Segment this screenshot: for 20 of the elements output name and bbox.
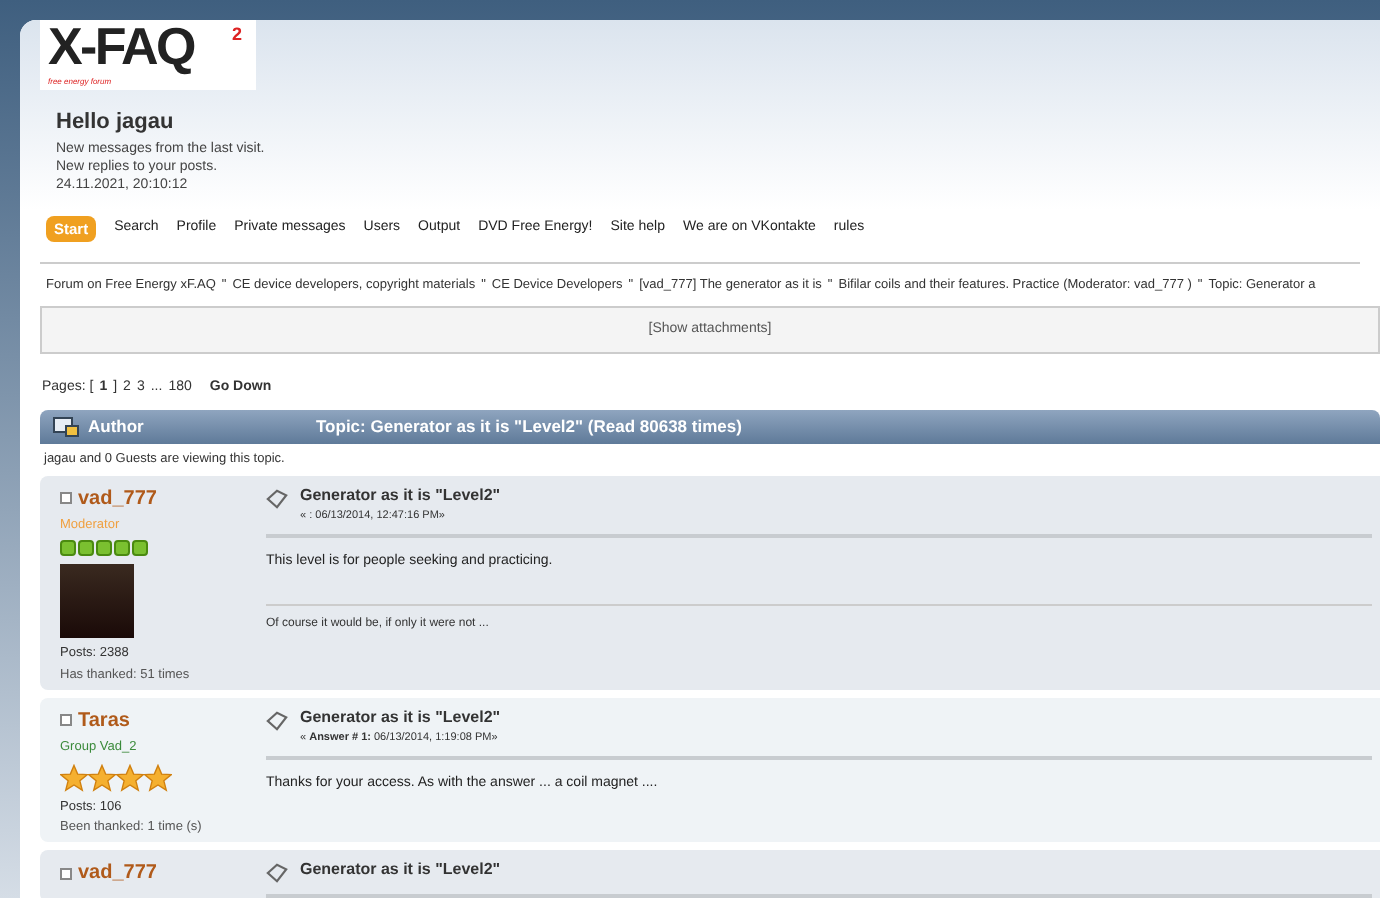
rank-star-icon — [88, 763, 116, 791]
post-title[interactable]: Generator as it is "Level2" — [300, 483, 501, 507]
rank-star-icon — [116, 763, 144, 791]
author-name[interactable]: Taras — [78, 705, 130, 736]
post-title[interactable]: Generator as it is "Level2" — [300, 858, 501, 882]
post-title[interactable]: Generator as it is "Level2" — [300, 705, 501, 730]
post-icon — [266, 862, 288, 884]
rank-star-icon — [60, 763, 88, 791]
post-icon — [266, 709, 288, 732]
author-name[interactable]: vad_777 — [78, 858, 157, 888]
status-checkbox-icon — [60, 867, 72, 879]
author-column-heading: Author — [88, 413, 146, 440]
rank-star-icon — [144, 763, 172, 791]
topic-icon — [52, 414, 80, 439]
topic-title: Topic: Generator as it is "Level2" (Read 80638 times) — [316, 413, 742, 440]
post-icon — [266, 487, 288, 509]
greeting-title: Hello jagau — [56, 108, 176, 138]
author-name[interactable]: vad_777 — [78, 483, 157, 513]
status-checkbox-icon — [60, 714, 72, 727]
status-checkbox-icon — [60, 492, 72, 504]
